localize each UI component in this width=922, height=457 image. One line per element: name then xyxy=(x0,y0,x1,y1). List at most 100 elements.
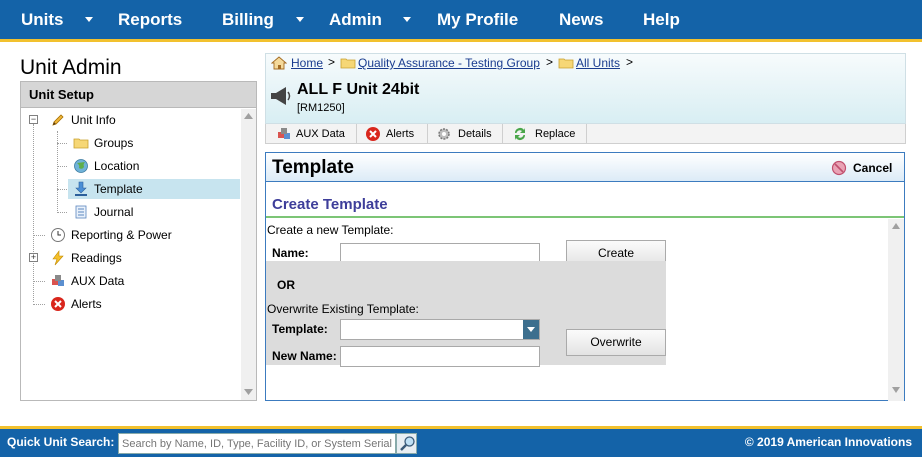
template-form: Create a new Template: Name: Create OR O… xyxy=(266,219,888,401)
megaphone-icon xyxy=(271,87,291,105)
tree-item-aux-data[interactable]: AUX Data xyxy=(50,271,200,291)
scroll-icon xyxy=(75,205,87,219)
tree-connector xyxy=(33,281,45,282)
scroll-up-icon[interactable] xyxy=(244,113,253,119)
cubes-icon xyxy=(278,128,290,139)
tree-connector xyxy=(33,124,34,302)
nav-help[interactable]: Help xyxy=(643,0,680,39)
unit-code: [RM1250] xyxy=(297,102,345,114)
unit-setup-panel: Unit Setup − Unit Info Groups Location T… xyxy=(20,81,257,401)
quick-search-label: Quick Unit Search: xyxy=(7,435,115,449)
tree-item-label: Alerts xyxy=(71,297,102,311)
tree-item-label: Location xyxy=(94,159,140,173)
tree-connector xyxy=(57,166,67,167)
tab-label: Details xyxy=(458,128,492,140)
section-divider xyxy=(266,216,904,218)
template-panel: Template Cancel Create Template Create a… xyxy=(265,152,905,401)
pencil-icon xyxy=(52,114,64,126)
admin-menu-caret-icon[interactable] xyxy=(403,17,411,22)
unit-setup-tree: − Unit Info Groups Location Template Jou… xyxy=(21,109,240,399)
unit-setup-header: Unit Setup xyxy=(21,82,256,108)
refresh-icon xyxy=(515,128,525,140)
tree-item-label: Groups xyxy=(94,136,134,150)
tree-item-label: Unit Info xyxy=(71,113,116,127)
tab-label: Replace xyxy=(535,128,576,140)
search-icon xyxy=(400,436,415,451)
nav-billing[interactable]: Billing xyxy=(222,0,274,39)
template-scrollbar[interactable] xyxy=(888,219,904,401)
nav-my-profile[interactable]: My Profile xyxy=(437,0,518,39)
template-label: Template: xyxy=(272,322,328,336)
tree-item-label: Template xyxy=(94,182,143,196)
breadcrumb-link[interactable]: Home xyxy=(291,55,323,71)
tree-connector xyxy=(57,189,67,190)
tab-alerts[interactable]: Alerts xyxy=(357,124,428,144)
tree-item-journal[interactable]: Journal xyxy=(73,202,223,222)
nav-reports[interactable]: Reports xyxy=(118,0,182,39)
tree-item-label: AUX Data xyxy=(71,274,125,288)
tree-item-unit-info[interactable]: Unit Info xyxy=(50,110,200,130)
globe-icon xyxy=(74,159,88,173)
tree-item-reporting-power[interactable]: Reporting & Power xyxy=(50,225,230,245)
tab-details[interactable]: Details xyxy=(428,124,503,144)
folder-icon xyxy=(73,138,89,149)
tab-replace[interactable]: Replace xyxy=(503,124,587,144)
breadcrumb-link[interactable]: All Units xyxy=(576,55,620,71)
collapse-unit-info-icon[interactable]: − xyxy=(29,115,38,124)
overwrite-button[interactable]: Overwrite xyxy=(566,329,666,356)
folder-icon xyxy=(340,58,356,69)
lightning-icon xyxy=(52,250,64,266)
top-nav-bar: Units Reports Billing Admin My Profile N… xyxy=(0,0,922,39)
breadcrumb-link[interactable]: Quality Assurance - Testing Group xyxy=(358,55,540,71)
sidebar-scrollbar[interactable] xyxy=(241,109,256,400)
folder-icon xyxy=(558,58,574,69)
tree-item-readings[interactable]: Readings xyxy=(50,248,200,268)
tree-connector xyxy=(57,212,67,213)
overwrite-prompt: Overwrite Existing Template: xyxy=(267,302,419,316)
unit-header: Home > Quality Assurance - Testing Group… xyxy=(265,53,906,124)
create-template-heading: Create Template xyxy=(272,196,388,213)
tree-connector xyxy=(33,304,45,305)
expand-readings-icon[interactable]: + xyxy=(29,253,38,262)
tree-item-label: Journal xyxy=(94,205,134,219)
error-icon xyxy=(51,297,65,311)
home-icon xyxy=(271,56,287,70)
breadcrumb-separator: > xyxy=(328,55,336,69)
cancel-icon xyxy=(831,160,847,176)
breadcrumb-separator: > xyxy=(546,55,554,69)
tree-item-template[interactable]: Template xyxy=(68,179,240,199)
scroll-up-icon[interactable] xyxy=(892,223,900,229)
quick-search-input[interactable] xyxy=(118,433,396,454)
gear-icon xyxy=(438,128,450,140)
new-name-label: New Name: xyxy=(272,349,337,363)
new-name-input[interactable] xyxy=(340,346,540,367)
create-prompt: Create a new Template: xyxy=(267,223,394,237)
template-panel-header: Template Cancel xyxy=(266,153,904,182)
or-label: OR xyxy=(277,278,295,292)
download-icon xyxy=(75,181,87,196)
nav-admin[interactable]: Admin xyxy=(329,0,382,39)
chevron-down-icon[interactable] xyxy=(523,320,539,339)
copyright-text: © 2019 American Innovations xyxy=(744,435,912,449)
tree-item-groups[interactable]: Groups xyxy=(73,133,223,153)
tree-connector xyxy=(33,235,45,236)
scroll-down-icon[interactable] xyxy=(244,389,253,395)
unit-title: ALL F Unit 24bit xyxy=(297,81,420,98)
billing-menu-caret-icon[interactable] xyxy=(296,17,304,22)
tab-aux-data[interactable]: AUX Data xyxy=(266,124,357,144)
nav-accent-line xyxy=(0,39,922,42)
name-label: Name: xyxy=(272,246,309,260)
cancel-label: Cancel xyxy=(853,161,893,175)
tree-connector xyxy=(57,143,67,144)
search-button[interactable] xyxy=(396,433,417,454)
nav-units[interactable]: Units xyxy=(21,0,64,39)
units-menu-caret-icon[interactable] xyxy=(85,17,93,22)
tab-label: Alerts xyxy=(386,128,415,140)
template-select[interactable] xyxy=(340,319,540,340)
scroll-down-icon[interactable] xyxy=(892,387,900,393)
page-title: Unit Admin xyxy=(20,56,122,79)
template-panel-title: Template xyxy=(272,157,355,178)
tree-item-alerts[interactable]: Alerts xyxy=(50,294,200,314)
nav-news[interactable]: News xyxy=(559,0,603,39)
tree-item-location[interactable]: Location xyxy=(73,156,223,176)
